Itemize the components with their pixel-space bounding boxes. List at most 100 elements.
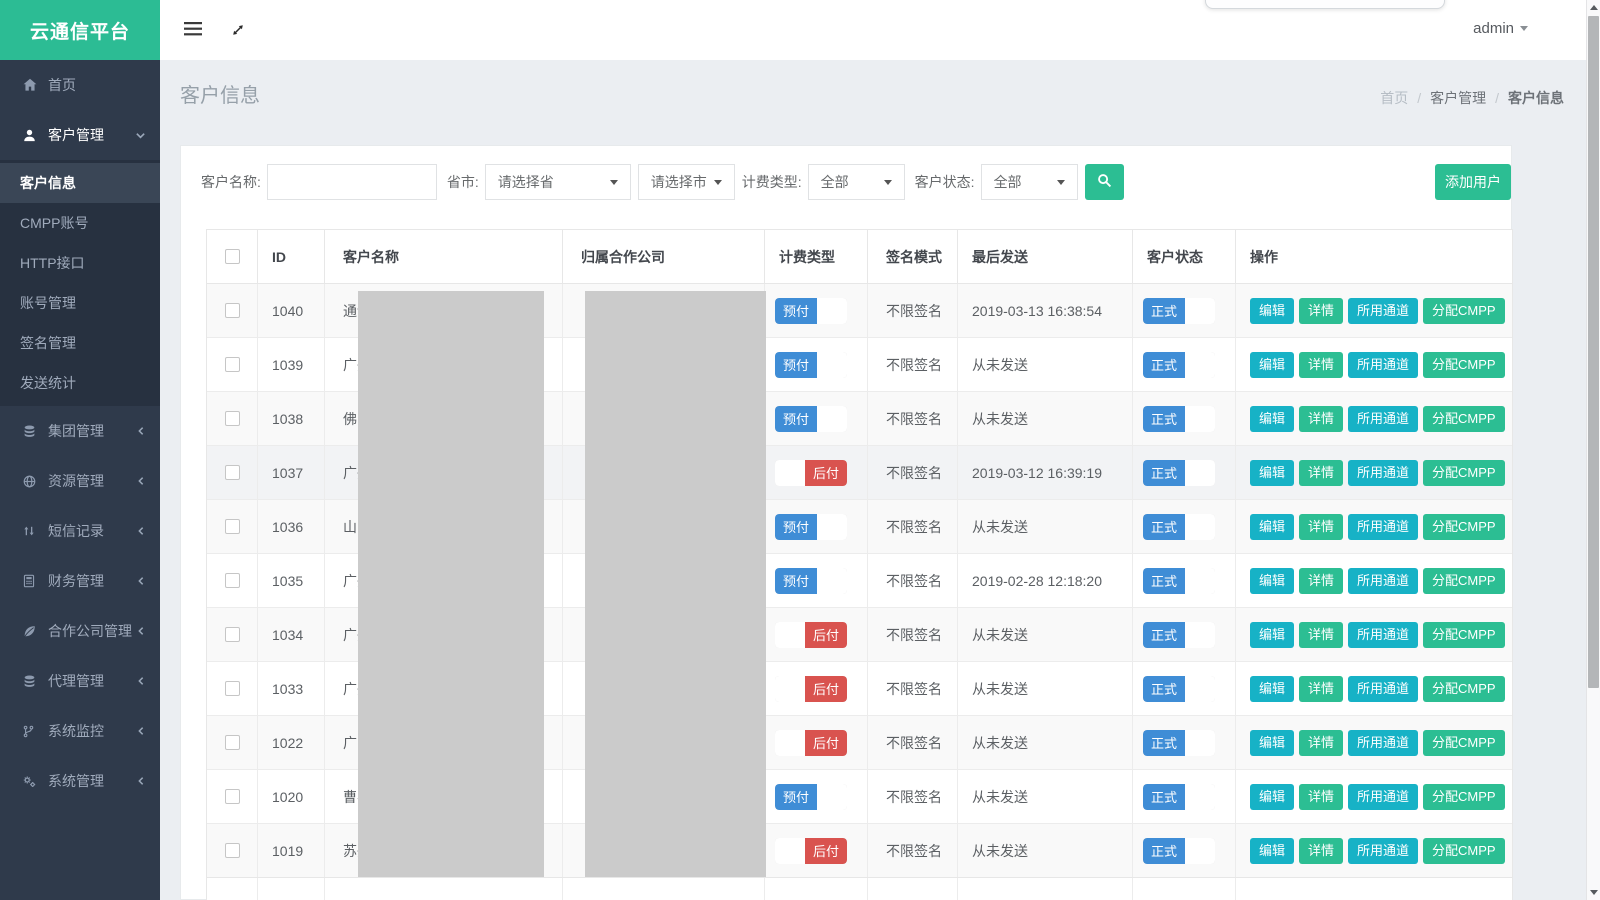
sidebar-item-代理管理[interactable]: 代理管理 [0, 656, 160, 706]
sidebar-item-系统管理[interactable]: 系统管理 [0, 756, 160, 806]
sidebar-item-集团管理[interactable]: 集团管理 [0, 406, 160, 456]
status-toggle-正式[interactable]: 正式 [1143, 730, 1215, 756]
channels-button[interactable]: 所用通道 [1348, 406, 1418, 432]
edit-button[interactable]: 编辑 [1250, 352, 1294, 378]
row-checkbox[interactable] [225, 789, 240, 804]
billing-toggle-后付[interactable]: 后付 [775, 838, 847, 864]
detail-button[interactable]: 详情 [1299, 460, 1343, 486]
status-toggle-正式[interactable]: 正式 [1143, 568, 1215, 594]
status-toggle-正式[interactable]: 正式 [1143, 352, 1215, 378]
edit-button[interactable]: 编辑 [1250, 730, 1294, 756]
billing-toggle-后付[interactable]: 后付 [775, 730, 847, 756]
search-button[interactable] [1085, 164, 1124, 200]
billing-toggle-后付[interactable]: 后付 [775, 460, 847, 486]
edit-button[interactable]: 编辑 [1250, 622, 1294, 648]
row-checkbox[interactable] [225, 411, 240, 426]
billing-toggle-后付[interactable]: 后付 [775, 676, 847, 702]
detail-button[interactable]: 详情 [1299, 352, 1343, 378]
fullscreen-expand-icon[interactable] [230, 22, 246, 43]
edit-button[interactable]: 编辑 [1250, 676, 1294, 702]
status-toggle-正式[interactable]: 正式 [1143, 460, 1215, 486]
detail-button[interactable]: 详情 [1299, 838, 1343, 864]
sidebar-subitem-客户信息[interactable]: 客户信息 [0, 163, 160, 203]
channels-button[interactable]: 所用通道 [1348, 298, 1418, 324]
sidebar-item-系统监控[interactable]: 系统监控 [0, 706, 160, 756]
hamburger-menu-icon[interactable] [184, 22, 202, 41]
city-select[interactable]: 请选择市 [638, 164, 735, 200]
customer-status-select[interactable]: 全部 [981, 164, 1078, 200]
detail-button[interactable]: 详情 [1299, 730, 1343, 756]
detail-button[interactable]: 详情 [1299, 568, 1343, 594]
billing-toggle-预付[interactable]: 预付 [775, 406, 847, 432]
edit-button[interactable]: 编辑 [1250, 514, 1294, 540]
channels-button[interactable]: 所用通道 [1348, 730, 1418, 756]
sidebar-item-资源管理[interactable]: 资源管理 [0, 456, 160, 506]
sidebar-item-财务管理[interactable]: 财务管理 [0, 556, 160, 606]
channels-button[interactable]: 所用通道 [1348, 460, 1418, 486]
breadcrumb-item[interactable]: 客户管理 [1430, 88, 1486, 108]
admin-user-menu[interactable]: admin [1473, 20, 1528, 37]
assign-cmpp-button[interactable]: 分配CMPP [1423, 568, 1505, 594]
edit-button[interactable]: 编辑 [1250, 838, 1294, 864]
row-checkbox[interactable] [225, 573, 240, 588]
channels-button[interactable]: 所用通道 [1348, 838, 1418, 864]
billing-toggle-预付[interactable]: 预付 [775, 784, 847, 810]
row-checkbox[interactable] [225, 681, 240, 696]
row-checkbox[interactable] [225, 627, 240, 642]
status-toggle-正式[interactable]: 正式 [1143, 838, 1215, 864]
assign-cmpp-button[interactable]: 分配CMPP [1423, 730, 1505, 756]
channels-button[interactable]: 所用通道 [1348, 676, 1418, 702]
detail-button[interactable]: 详情 [1299, 784, 1343, 810]
assign-cmpp-button[interactable]: 分配CMPP [1423, 298, 1505, 324]
row-checkbox[interactable] [225, 519, 240, 534]
add-user-button[interactable]: 添加用户 [1435, 164, 1511, 200]
status-toggle-正式[interactable]: 正式 [1143, 298, 1215, 324]
detail-button[interactable]: 详情 [1299, 298, 1343, 324]
sidebar-subitem-HTTP接口[interactable]: HTTP接口 [0, 243, 160, 283]
detail-button[interactable]: 详情 [1299, 514, 1343, 540]
assign-cmpp-button[interactable]: 分配CMPP [1423, 514, 1505, 540]
assign-cmpp-button[interactable]: 分配CMPP [1423, 352, 1505, 378]
edit-button[interactable]: 编辑 [1250, 568, 1294, 594]
billing-toggle-预付[interactable]: 预付 [775, 298, 847, 324]
edit-button[interactable]: 编辑 [1250, 298, 1294, 324]
assign-cmpp-button[interactable]: 分配CMPP [1423, 406, 1505, 432]
channels-button[interactable]: 所用通道 [1348, 514, 1418, 540]
sidebar-item-客户管理[interactable]: 客户管理 [0, 110, 160, 160]
sidebar-subitem-账号管理[interactable]: 账号管理 [0, 283, 160, 323]
billing-toggle-预付[interactable]: 预付 [775, 568, 847, 594]
assign-cmpp-button[interactable]: 分配CMPP [1423, 460, 1505, 486]
sidebar-subitem-发送统计[interactable]: 发送统计 [0, 363, 160, 403]
edit-button[interactable]: 编辑 [1250, 784, 1294, 810]
scrollbar-thumb[interactable] [1588, 16, 1599, 688]
row-checkbox[interactable] [225, 357, 240, 372]
detail-button[interactable]: 详情 [1299, 676, 1343, 702]
detail-button[interactable]: 详情 [1299, 406, 1343, 432]
scroll-down-arrow[interactable] [1590, 890, 1598, 895]
channels-button[interactable]: 所用通道 [1348, 568, 1418, 594]
breadcrumb-item[interactable]: 首页 [1380, 88, 1408, 108]
customer-name-input[interactable] [267, 164, 437, 200]
billing-type-select[interactable]: 全部 [808, 164, 905, 200]
assign-cmpp-button[interactable]: 分配CMPP [1423, 676, 1505, 702]
billing-toggle-预付[interactable]: 预付 [775, 514, 847, 540]
billing-toggle-预付[interactable]: 预付 [775, 352, 847, 378]
channels-button[interactable]: 所用通道 [1348, 784, 1418, 810]
status-toggle-正式[interactable]: 正式 [1143, 406, 1215, 432]
edit-button[interactable]: 编辑 [1250, 460, 1294, 486]
edit-button[interactable]: 编辑 [1250, 406, 1294, 432]
status-toggle-正式[interactable]: 正式 [1143, 514, 1215, 540]
select-all-checkbox[interactable] [225, 249, 240, 264]
channels-button[interactable]: 所用通道 [1348, 622, 1418, 648]
assign-cmpp-button[interactable]: 分配CMPP [1423, 838, 1505, 864]
province-select[interactable]: 请选择省 [485, 164, 631, 200]
sidebar-subitem-CMPP账号[interactable]: CMPP账号 [0, 203, 160, 243]
sidebar-item-合作公司管理[interactable]: 合作公司管理 [0, 606, 160, 656]
sidebar-item-首页[interactable]: 首页 [0, 60, 160, 110]
status-toggle-正式[interactable]: 正式 [1143, 676, 1215, 702]
scroll-up-arrow[interactable] [1590, 5, 1598, 10]
assign-cmpp-button[interactable]: 分配CMPP [1423, 622, 1505, 648]
row-checkbox[interactable] [225, 735, 240, 750]
row-checkbox[interactable] [225, 465, 240, 480]
sidebar-item-短信记录[interactable]: 短信记录 [0, 506, 160, 556]
